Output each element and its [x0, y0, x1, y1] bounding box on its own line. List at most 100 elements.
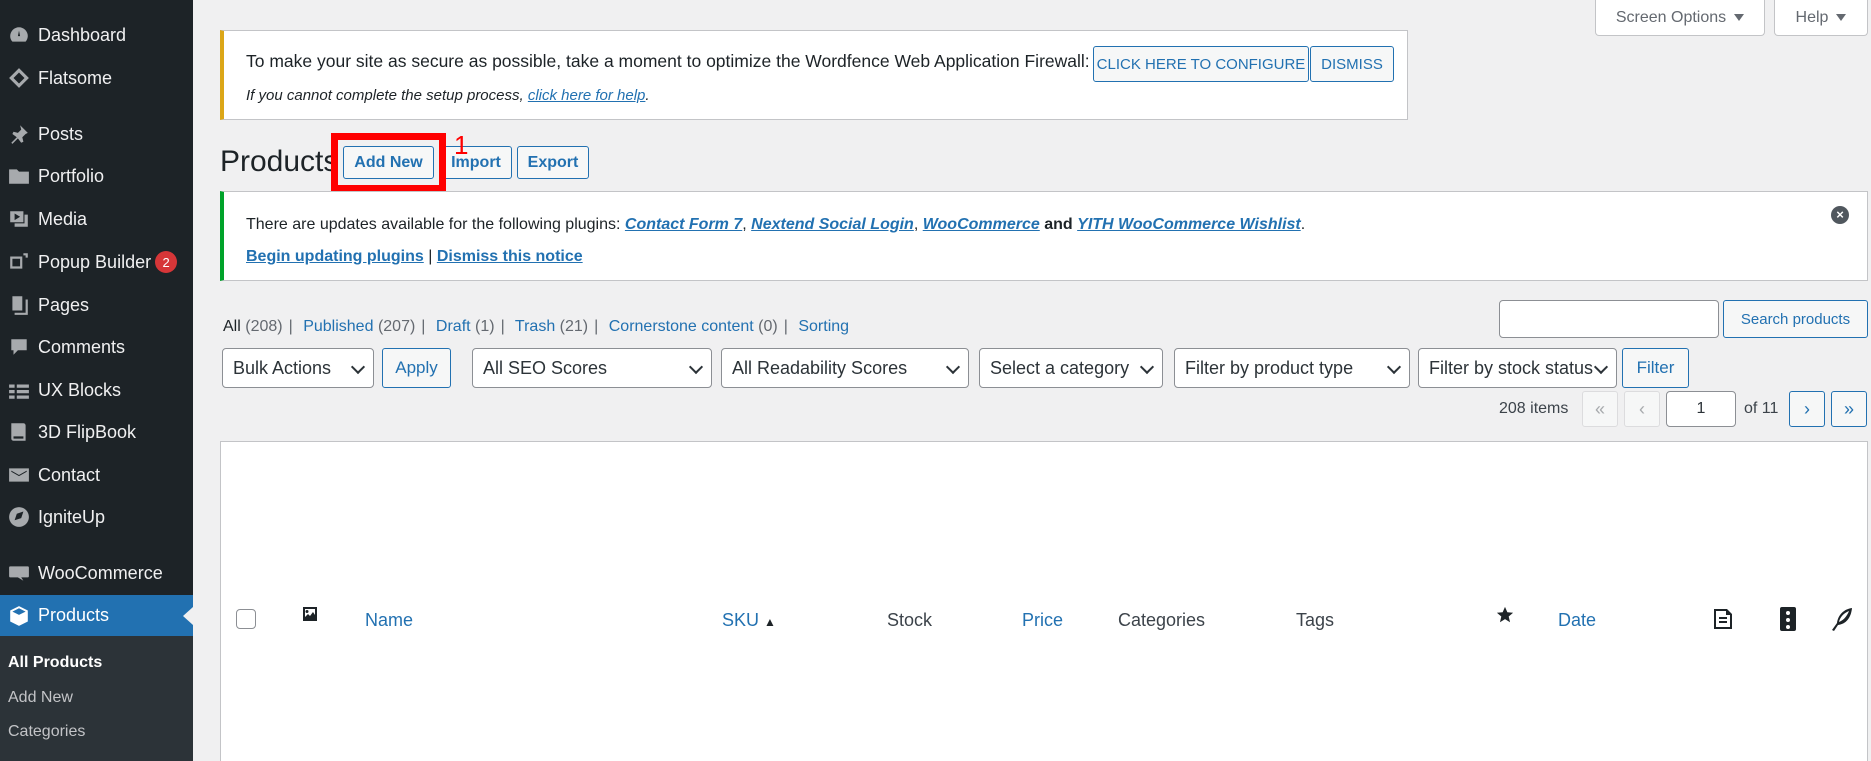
select-value: Filter by stock status	[1429, 357, 1594, 378]
and-text: and	[1044, 216, 1073, 233]
products-table	[220, 441, 1868, 761]
menu-3d-flipbook[interactable]: 3D FlipBook	[0, 412, 193, 452]
configure-firewall-button[interactable]: CLICK HERE TO CONFIGURE	[1093, 46, 1309, 82]
menu-label: WooCommerce	[38, 562, 163, 583]
status-filter-links: All (208) | Published (207) | Draft (1) | T…	[223, 318, 850, 335]
view-published[interactable]: Published	[303, 318, 373, 335]
product-type-select[interactable]: Filter by product type	[1174, 348, 1410, 388]
column-categories: Categories	[1118, 610, 1206, 630]
menu-products[interactable]: Products	[0, 595, 193, 636]
products-submenu: All Products Add New Categories	[0, 636, 193, 761]
search-products-input[interactable]	[1499, 300, 1719, 338]
view-cornerstone[interactable]: Cornerstone content	[609, 318, 754, 335]
close-icon[interactable]: ×	[1831, 206, 1849, 224]
flatsome-icon	[0, 67, 38, 89]
view-trash[interactable]: Trash	[515, 318, 555, 335]
select-value: Filter by product type	[1185, 357, 1354, 378]
category-select[interactable]: Select a category	[979, 348, 1163, 388]
screen-options-tab[interactable]: Screen Options	[1595, 0, 1765, 36]
submenu-all-products[interactable]: All Products	[8, 654, 102, 672]
plugin-link-woocommerce[interactable]: WooCommerce	[923, 216, 1040, 233]
menu-label: Popup Builder	[38, 251, 152, 272]
readability-icon	[1779, 606, 1797, 637]
dashboard-icon	[0, 24, 38, 46]
view-all[interactable]: All	[223, 318, 241, 335]
menu-label: IgniteUp	[38, 506, 106, 527]
column-sku[interactable]: SKU ▲	[722, 610, 776, 631]
feather-icon	[1830, 606, 1854, 637]
pin-icon	[0, 123, 38, 145]
dismiss-firewall-button[interactable]: DISMISS	[1310, 46, 1394, 82]
menu-label: Products	[38, 605, 110, 625]
help-label: Help	[1795, 8, 1829, 26]
prev-page-button: ‹	[1624, 391, 1660, 427]
menu-ux-blocks[interactable]: UX Blocks	[0, 370, 193, 410]
items-count: 208 items	[1499, 400, 1569, 417]
seo-score-icon	[1710, 606, 1736, 637]
view-drafts[interactable]: Draft	[436, 318, 471, 335]
filter-button[interactable]: Filter	[1622, 348, 1689, 388]
popup-icon	[0, 251, 38, 273]
caret-down-icon	[1836, 14, 1847, 21]
dismiss-notice-link[interactable]: Dismiss this notice	[437, 248, 583, 265]
menu-popup-builder[interactable]: Popup Builder 2	[0, 242, 193, 282]
submenu-categories[interactable]: Categories	[8, 723, 85, 741]
page-title: Products	[220, 145, 339, 178]
plugin-link-contact-form-7[interactable]: Contact Form 7	[625, 216, 742, 233]
annotation-number: 1	[454, 130, 469, 160]
begin-updating-link[interactable]: Begin updating plugins	[246, 248, 424, 265]
select-all-checkbox[interactable]	[236, 609, 256, 629]
submenu-add-new[interactable]: Add New	[8, 689, 73, 707]
help-link[interactable]: click here for help	[528, 87, 646, 104]
column-price[interactable]: Price	[1022, 610, 1063, 631]
chevron-down-icon	[1386, 359, 1402, 375]
column-name[interactable]: Name	[365, 610, 413, 631]
menu-label: Pages	[38, 294, 90, 315]
select-value: All SEO Scores	[483, 357, 608, 378]
seo-score-select[interactable]: All SEO Scores	[472, 348, 712, 388]
wordfence-notice: To make your site as secure as possible,…	[220, 30, 1408, 120]
plugin-link-nextend-social-login[interactable]: Nextend Social Login	[751, 216, 914, 233]
menu-woocommerce[interactable]: WooCommerce	[0, 553, 193, 593]
caret-down-icon	[1734, 14, 1745, 21]
menu-media[interactable]: Media	[0, 199, 193, 239]
menu-label: 3D FlipBook	[38, 421, 137, 442]
chevron-down-icon	[945, 359, 961, 375]
search-products-button[interactable]: Search products	[1723, 300, 1868, 338]
plugin-link-yith-wishlist[interactable]: YITH WooCommerce Wishlist	[1077, 216, 1301, 233]
folder-icon	[0, 165, 38, 187]
apply-button[interactable]: Apply	[382, 348, 451, 388]
help-tab[interactable]: Help	[1774, 0, 1868, 36]
column-date[interactable]: Date	[1558, 610, 1596, 631]
menu-dashboard[interactable]: Dashboard	[0, 15, 193, 55]
menu-portfolio[interactable]: Portfolio	[0, 156, 193, 196]
notification-badge: 2	[155, 251, 178, 273]
update-actions: Begin updating plugins | Dismiss this no…	[246, 248, 583, 266]
readability-select[interactable]: All Readability Scores	[721, 348, 969, 388]
menu-label: Flatsome	[38, 67, 113, 88]
menu-igniteup[interactable]: IgniteUp	[0, 497, 193, 537]
select-value: Bulk Actions	[233, 357, 332, 378]
import-button[interactable]: Import	[440, 146, 512, 179]
menu-comments[interactable]: Comments	[0, 327, 193, 367]
select-value: Select a category	[990, 357, 1130, 378]
menu-contact[interactable]: Contact	[0, 455, 193, 495]
bulk-actions-select[interactable]: Bulk Actions	[222, 348, 374, 388]
last-page-button[interactable]: »	[1831, 391, 1867, 427]
plugin-update-notice: There are updates available for the foll…	[220, 191, 1868, 281]
first-page-button: «	[1582, 391, 1618, 427]
menu-pages[interactable]: Pages	[0, 285, 193, 325]
chevron-down-icon	[350, 359, 366, 375]
stock-status-select[interactable]: Filter by stock status	[1418, 348, 1617, 388]
update-notice-text: There are updates available for the foll…	[246, 216, 1306, 233]
export-button[interactable]: Export	[517, 146, 589, 179]
view-count: (0)	[758, 318, 778, 335]
mail-icon	[0, 464, 38, 486]
view-count: (207)	[377, 318, 416, 335]
menu-label: Media	[38, 208, 88, 229]
menu-posts[interactable]: Posts	[0, 114, 193, 154]
current-page-input[interactable]: 1	[1666, 391, 1736, 427]
view-sorting[interactable]: Sorting	[798, 318, 849, 335]
next-page-button[interactable]: ›	[1789, 391, 1825, 427]
menu-flatsome[interactable]: Flatsome	[0, 58, 193, 98]
